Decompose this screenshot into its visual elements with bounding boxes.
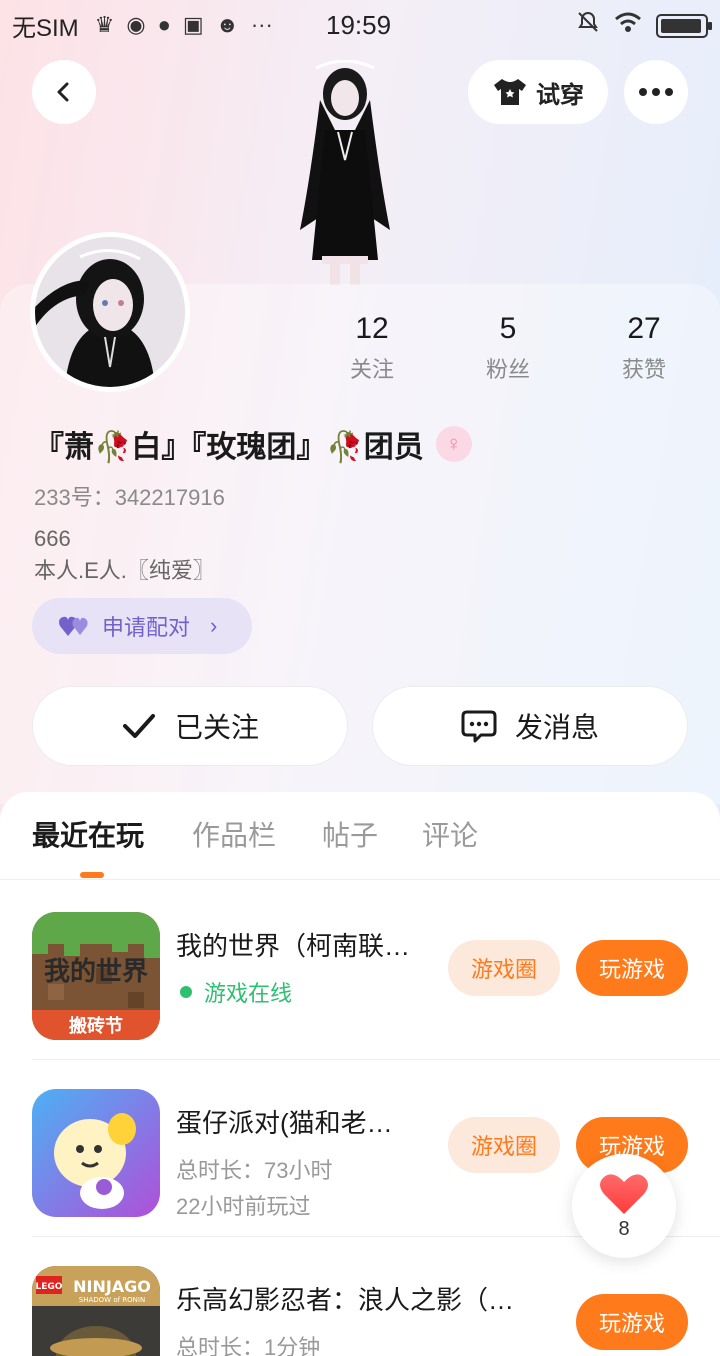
status-time: 19:59 [326,10,392,40]
more-dots-icon [639,88,673,96]
tab-comments[interactable]: 评论 [422,814,478,854]
online-dot-icon [180,986,192,998]
battery-icon [656,13,712,38]
stat-value: 12 [355,312,389,345]
nickname: 『萧🥀白』『玫瑰团』🥀团员 [34,431,424,464]
nickname-row: 『萧🥀白』『玫瑰团』🥀团员 ♀ [34,422,472,466]
request-pair-button[interactable]: 申请配对 › [32,598,252,654]
tab-posts[interactable]: 帖子 [322,814,378,854]
more-notifications-icon: ··· [250,12,273,37]
avatar-figure [280,59,410,285]
send-message-label: 发消息 [514,712,599,743]
minecraft-icon: 我的世界 搬砖节 [32,912,160,1040]
game-circle-button[interactable]: 游戏圈 [448,940,560,996]
stat-label: 关注 [349,357,394,382]
ninjago-subtitle-text: SHADOW of RONIN [79,1296,145,1304]
heart-icon [600,1173,648,1214]
chat-bubble-icon [461,710,497,743]
mute-icon [576,10,600,41]
female-gender-icon: ♀ [435,426,472,462]
stat-value: 27 [627,312,661,345]
tab-bar: 最近在玩 作品栏 帖子 评论 [0,814,720,880]
minecraft-logo-text: 我的世界 [44,956,148,987]
chevron-right-icon: › [210,613,218,638]
stat-likes[interactable]: 27 获赞 [589,312,699,384]
game-title: 乐高幻影忍者：浪人之影（… [176,1285,515,1315]
play-duration: 总时长：1分钟 [176,1335,321,1356]
try-on-label: 试穿 [536,81,584,109]
bio-line-1: 666 [34,526,71,551]
request-pair-label: 申请配对 [102,615,191,640]
following-label: 已关注 [174,712,259,743]
list-item[interactable]: 我的世界 搬砖节 我的世界（柯南联… 游戏在线 游戏圈 玩游戏 [32,884,720,1060]
bio-line-2: 本人.E人.〖纯爱〗 [34,558,215,583]
bag-notification-icon: ▣ [182,12,204,37]
stat-label: 粉丝 [485,357,530,382]
eggy-party-icon [32,1089,160,1217]
more-options-button[interactable] [624,60,688,124]
game-title: 我的世界（柯南联… [176,931,411,961]
cat-notification-icon: ☻ [215,12,239,37]
like-count: 8 [618,1217,630,1240]
last-played: 22小时前玩过 [176,1194,311,1219]
wifi-icon [614,11,642,40]
stat-value: 5 [499,312,517,345]
avatar[interactable] [30,232,190,392]
lego-logo-text: LEGO [36,1282,63,1292]
planet-notification-icon: ● [157,12,171,37]
media-notification-icon: ◉ [126,12,146,37]
stat-label: 获赞 [621,357,666,382]
tab-works[interactable]: 作品栏 [192,814,276,854]
user-id[interactable]: 233号：342217916 [34,480,225,512]
play-game-button[interactable]: 玩游戏 [576,940,688,996]
minecraft-banner-text: 搬砖节 [69,1015,123,1037]
ninjago-logo-text: NINJAGO [73,1277,151,1296]
game-title: 蛋仔派对(猫和老… [176,1108,393,1138]
play-game-button[interactable]: 玩游戏 [576,1294,688,1350]
avatar-image [35,237,185,387]
online-status-label: 游戏在线 [204,981,293,1006]
carrier-label: 无SIM [12,14,79,42]
chevron-left-icon [57,82,69,102]
content-panel: 最近在玩 作品栏 帖子 评论 我的世界 搬砖节 我的世界（柯南联… 游戏在线 游… [0,792,720,1356]
following-button[interactable]: 已关注 [32,686,348,766]
tab-recently-played[interactable]: 最近在玩 [32,814,144,854]
double-heart-icon [59,616,88,636]
game-circle-button[interactable]: 游戏圈 [448,1117,560,1173]
shirt-icon [494,79,526,105]
check-icon [122,714,155,738]
like-button[interactable]: 8 [572,1154,676,1258]
active-tab-indicator [80,872,104,878]
app-notification-icon: ♛ [94,12,115,37]
stat-following[interactable]: 12 关注 [317,312,427,384]
stats-row: 12 关注 5 粉丝 27 获赞 [300,312,720,392]
status-bar: 无SIM ♛ ◉ ● ▣ ☻ ··· 19:59 [0,0,720,50]
stat-followers[interactable]: 5 粉丝 [453,312,563,384]
play-duration: 总时长：73小时 [176,1158,333,1183]
online-status: 游戏在线 [176,976,292,1008]
send-message-button[interactable]: 发消息 [372,686,688,766]
lego-ninjago-icon: LEGO NINJAGO SHADOW of RONIN [32,1266,160,1356]
try-on-button[interactable]: 试穿 [468,60,608,124]
back-button[interactable] [32,60,96,124]
